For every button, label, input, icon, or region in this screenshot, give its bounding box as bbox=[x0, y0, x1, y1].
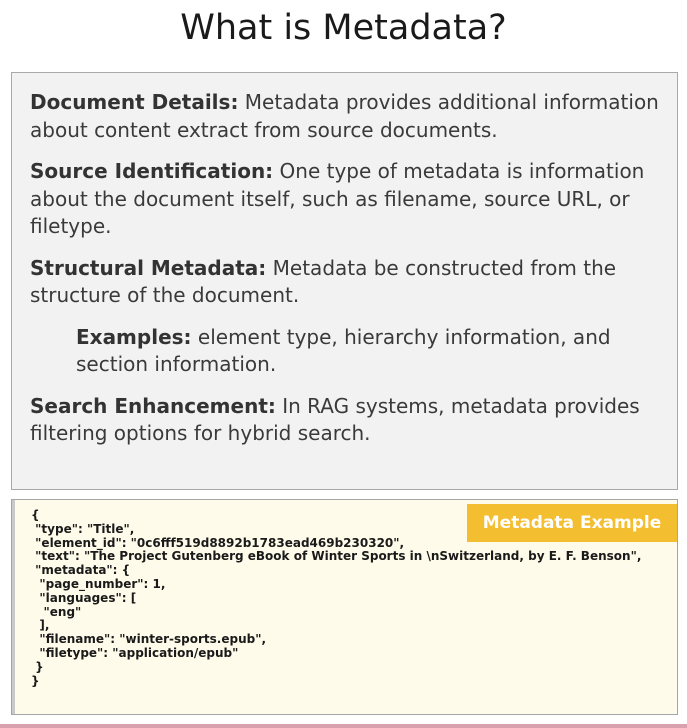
structural-metadata-term: Structural Metadata: bbox=[30, 255, 267, 280]
slide-title: What is Metadata? bbox=[180, 8, 507, 48]
metadata-example-panel: Metadata Example { "type": "Title", "ele… bbox=[11, 499, 678, 715]
bottom-divider bbox=[0, 724, 687, 728]
search-enhancement-item: Search Enhancement: In RAG systems, meta… bbox=[30, 393, 667, 448]
examples-item: Examples: element type, hierarchy inform… bbox=[30, 324, 667, 379]
metadata-info-panel: Document Details: Metadata provides addi… bbox=[11, 72, 678, 490]
source-identification-term: Source Identification: bbox=[30, 159, 274, 183]
document-details-item: Document Details: Metadata provides addi… bbox=[30, 89, 667, 144]
metadata-json-code: { "type": "Title", "element_id": "0c6fff… bbox=[31, 508, 642, 688]
structural-metadata-item: Structural Metadata: Metadata be constru… bbox=[30, 255, 667, 310]
source-identification-item: Source Identification: One type of metad… bbox=[30, 158, 667, 241]
examples-term: Examples: bbox=[76, 324, 192, 349]
search-enhancement-term: Search Enhancement: bbox=[30, 393, 276, 418]
document-details-term: Document Details: bbox=[30, 90, 239, 114]
